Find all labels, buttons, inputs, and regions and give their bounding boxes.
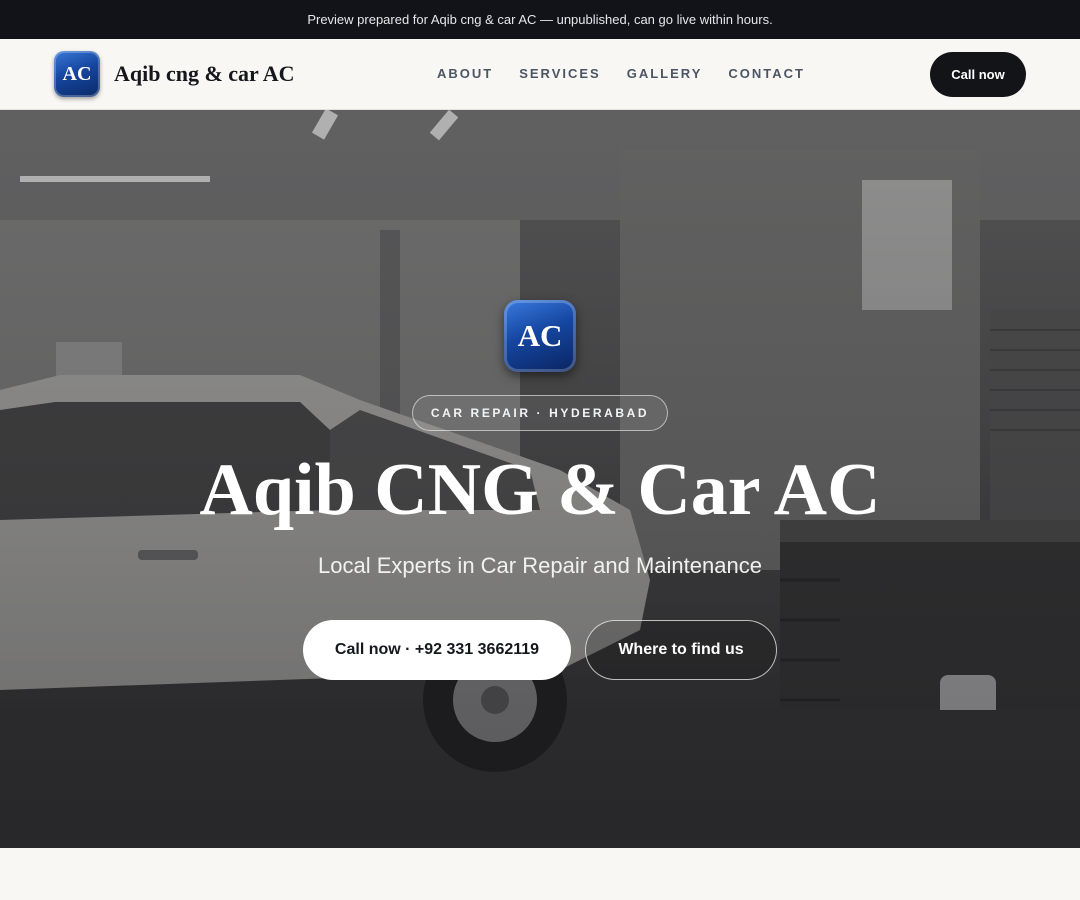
nav-gallery[interactable]: GALLERY [627,66,703,81]
call-now-button[interactable]: Call now · +92 331 3662119 [303,620,571,680]
hero-subtitle: Local Experts in Car Repair and Maintena… [318,553,762,578]
site-header: AC Aqib cng & car AC ABOUT SERVICES GALL… [0,39,1080,110]
hero-logo: AC [504,300,576,372]
brand-name[interactable]: Aqib cng & car AC [114,61,295,87]
hero-title: Aqib CNG & Car AC [199,449,881,531]
hero-tagline: CAR REPAIR · HYDERABAD [412,395,668,431]
brand-logo[interactable]: AC [54,51,100,97]
header-call-button[interactable]: Call now [930,52,1026,97]
brand[interactable]: AC Aqib cng & car AC [54,51,295,97]
preview-banner-text: Preview prepared for Aqib cng & car AC —… [307,12,773,27]
hero-content: AC CAR REPAIR · HYDERABAD Aqib CNG & Car… [0,110,1080,848]
where-to-find-us-button[interactable]: Where to find us [585,620,777,680]
main-nav: ABOUT SERVICES GALLERY CONTACT [437,66,805,81]
nav-contact[interactable]: CONTACT [728,66,805,81]
preview-banner: Preview prepared for Aqib cng & car AC —… [0,0,1080,39]
nav-about[interactable]: ABOUT [437,66,493,81]
hero-section: AC CAR REPAIR · HYDERABAD Aqib CNG & Car… [0,110,1080,848]
nav-services[interactable]: SERVICES [519,66,601,81]
